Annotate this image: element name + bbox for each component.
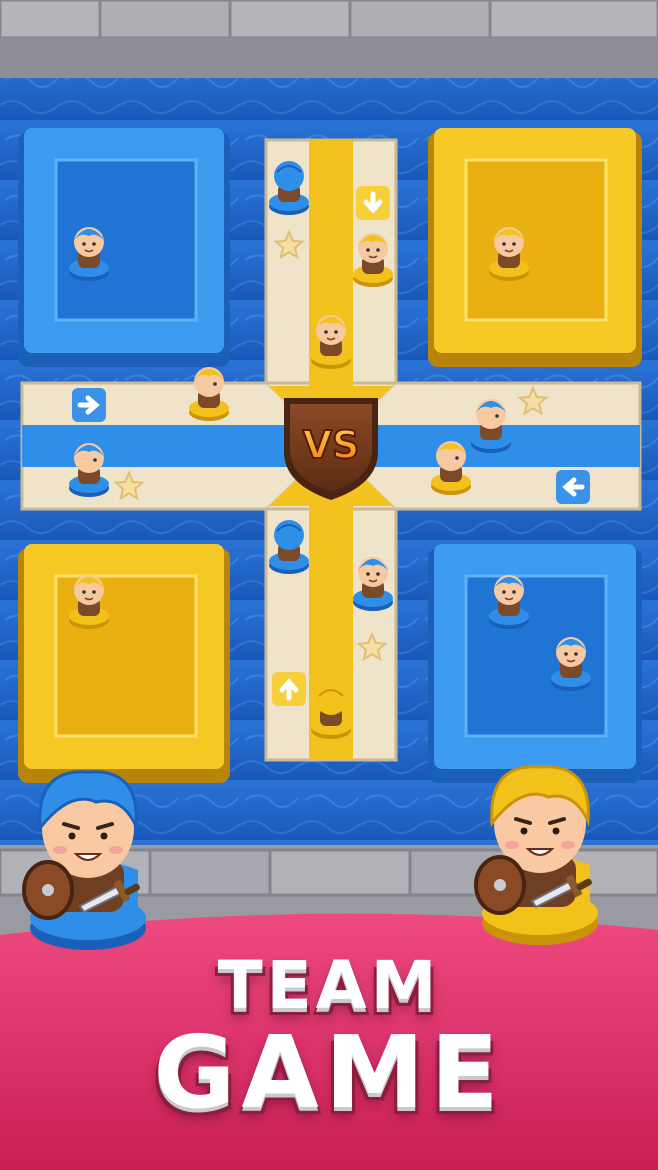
arrow-tile-right xyxy=(72,388,106,422)
vs-label: VS xyxy=(303,423,360,467)
castle-yellow-top-right xyxy=(428,128,642,367)
title-line-game: GAME xyxy=(153,1014,505,1131)
stone-wall-top xyxy=(0,0,658,80)
arrow-tile-left xyxy=(556,470,590,504)
castle-blue-bottom-right xyxy=(428,544,642,783)
title-line-team: TEAM xyxy=(217,947,441,1024)
arrow-tile-down xyxy=(356,186,390,220)
castle-yellow-bottom-left xyxy=(18,544,230,783)
title-area: TEAM GAME xyxy=(0,905,658,1170)
arrow-tile-up xyxy=(272,672,306,706)
castle-blue-top-left xyxy=(18,128,230,367)
